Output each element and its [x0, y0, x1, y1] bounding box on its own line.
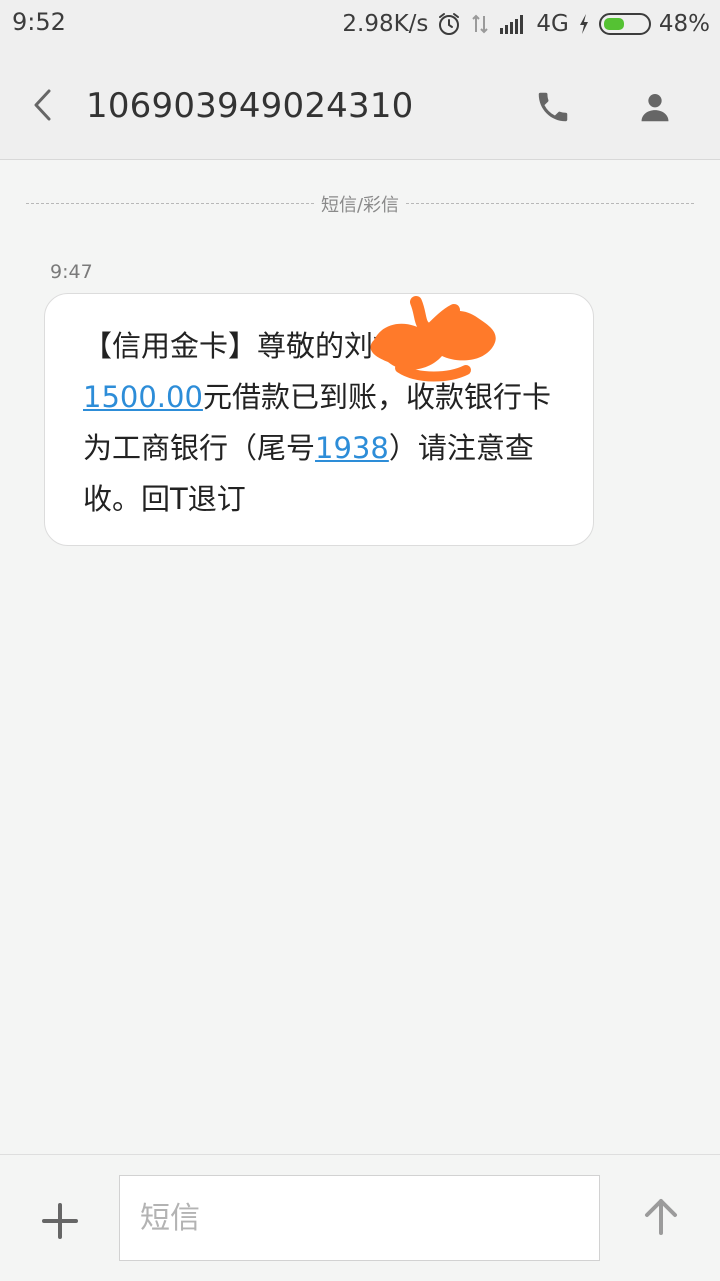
status-time: 9:52 [12, 8, 66, 36]
card-tail-link[interactable]: 1938 [315, 431, 389, 465]
contact-button[interactable] [636, 88, 674, 126]
send-button[interactable] [640, 1195, 682, 1237]
add-attachment-button[interactable] [38, 1199, 82, 1243]
sender-number: 106903949024310 [86, 86, 414, 126]
compose-bar [0, 1154, 720, 1281]
amount-link[interactable]: 1500.00 [83, 380, 203, 414]
signal-icon [498, 12, 528, 36]
message-input[interactable] [119, 1175, 600, 1261]
divider-line-left [26, 203, 314, 204]
redaction-scribble [370, 296, 496, 382]
alarm-icon [436, 11, 462, 37]
send-icon [645, 1199, 677, 1235]
contact-icon [641, 94, 669, 122]
call-button[interactable] [534, 88, 572, 126]
data-arrows-icon [470, 12, 490, 36]
network-type: 4G [536, 11, 569, 37]
network-speed: 2.98K/s [342, 11, 429, 37]
message-text-prefix: 【信用金卡】尊敬的 [83, 329, 345, 363]
status-bar: 9:52 2.98K/s 4G 48% [0, 0, 720, 52]
battery-icon [598, 13, 651, 35]
message-bubble[interactable]: 【信用金卡】尊敬的刘**的1500.00元借款已到账，收款银行卡为工商银行（尾号… [44, 293, 594, 546]
divider-line-right [406, 203, 694, 204]
add-icon [42, 1203, 78, 1239]
conversation-header: 106903949024310 [0, 52, 720, 160]
charging-icon [577, 12, 591, 36]
message-type-divider: 短信/彩信 [317, 191, 403, 217]
battery-level [603, 18, 624, 30]
back-button[interactable] [25, 85, 61, 125]
back-icon [34, 89, 51, 121]
message-time: 9:47 [50, 261, 93, 283]
phone-icon [538, 92, 568, 122]
battery-percent: 48% [658, 11, 710, 37]
status-icons: 2.98K/s 4G 48% [342, 8, 710, 40]
